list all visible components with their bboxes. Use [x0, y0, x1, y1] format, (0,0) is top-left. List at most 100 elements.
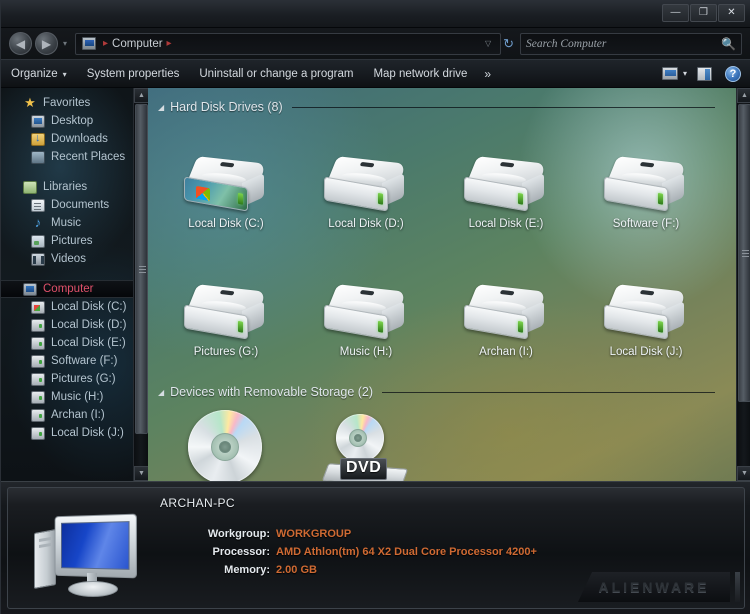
- sidebar-item-local-disk-d[interactable]: Local Disk (D:): [1, 316, 133, 334]
- maximize-restore-button[interactable]: ❐: [690, 4, 717, 22]
- sidebar-item-videos[interactable]: Videos: [1, 250, 133, 268]
- scroll-down-icon[interactable]: ▼: [737, 466, 750, 481]
- sidebar-item-pictures[interactable]: Pictures: [1, 232, 133, 250]
- pc-name-label: ARCHAN-PC: [160, 496, 235, 510]
- sidebar-item-label: Software (F:): [51, 355, 118, 367]
- collapse-caret-icon[interactable]: ◢: [158, 388, 164, 397]
- collapse-caret-icon[interactable]: ◢: [158, 103, 164, 112]
- drive-item-dvd-drive[interactable]: DVD: [296, 414, 436, 481]
- sidebar-item-local-disk-c[interactable]: Local Disk (C:): [1, 298, 133, 316]
- map-network-drive-button[interactable]: Map network drive: [363, 64, 477, 84]
- sidebar-item-pictures-g[interactable]: Pictures (G:): [1, 370, 133, 388]
- sidebar-item-desktop[interactable]: Desktop: [1, 112, 133, 130]
- chevron-down-icon[interactable]: ▽: [485, 39, 491, 48]
- alienware-brand-label: ALIENWARE: [598, 579, 710, 595]
- windows-logo-icon: [196, 185, 210, 202]
- libraries-folder-icon: [23, 180, 37, 194]
- back-button[interactable]: ◀: [9, 32, 32, 55]
- sidebar-item-libraries[interactable]: Libraries: [1, 178, 133, 196]
- drive-icon: [31, 318, 45, 332]
- sidebar-item-label: Desktop: [51, 115, 94, 127]
- sidebar-item-label: Favorites: [43, 97, 91, 109]
- refresh-button[interactable]: ↻: [503, 36, 514, 52]
- drive-label: Local Disk (D:): [328, 218, 404, 230]
- drive-item-pictures-g[interactable]: Pictures (G:): [156, 284, 296, 358]
- drive-icon: [31, 372, 45, 386]
- sidebar-item-documents[interactable]: Documents: [1, 196, 133, 214]
- sidebar-item-label: Music (H:): [51, 391, 104, 403]
- desktop-icon: [31, 114, 45, 128]
- breadcrumb-item-computer[interactable]: Computer: [112, 38, 163, 50]
- group-header-removable-storage[interactable]: ◢ Devices with Removable Storage (2): [148, 383, 721, 401]
- sidebar-item-recent-places[interactable]: Recent Places: [1, 148, 133, 166]
- breadcrumb[interactable]: ▸ Computer ▸ ▽: [75, 32, 502, 55]
- close-button[interactable]: ✕: [718, 4, 745, 22]
- sidebar-item-music[interactable]: ♪ Music: [1, 214, 133, 232]
- sidebar-item-label: Local Disk (J:): [51, 427, 124, 439]
- recent-pages-dropdown[interactable]: ▾: [63, 39, 67, 48]
- help-icon[interactable]: ?: [725, 65, 741, 82]
- organize-button[interactable]: Organize ▾: [1, 64, 77, 84]
- sidebar-scrollbar[interactable]: ▲ ▼: [133, 88, 148, 481]
- preview-pane-icon: [697, 66, 712, 81]
- body-area: ★ Favorites Desktop Downloads Recent Pla…: [1, 88, 750, 481]
- search-input[interactable]: [526, 37, 722, 50]
- show-preview-pane-button[interactable]: [692, 65, 717, 83]
- scroll-up-icon[interactable]: ▲: [134, 88, 148, 103]
- sidebar-scrollbar-thumb[interactable]: [135, 104, 148, 434]
- restore-icon: ❐: [699, 7, 708, 18]
- computer-icon: [23, 282, 37, 296]
- system-properties-button[interactable]: System properties: [77, 64, 190, 84]
- chevron-down-icon: ▾: [63, 39, 68, 48]
- sidebar-item-label: Local Disk (C:): [51, 301, 127, 313]
- drive-item-local-disk-e[interactable]: Local Disk (E:): [436, 156, 576, 230]
- sidebar-item-label: Downloads: [51, 133, 108, 145]
- forward-arrow-icon: ▶: [41, 36, 52, 51]
- details-pane-inner: ARCHAN-PC Workgroup: WORKGROUP Processor…: [7, 487, 745, 609]
- scroll-down-icon[interactable]: ▼: [134, 466, 148, 481]
- map-network-drive-label: Map network drive: [373, 67, 468, 80]
- drive-label: Archan (I:): [479, 346, 533, 358]
- sidebar-item-local-disk-j[interactable]: Local Disk (J:): [1, 424, 133, 442]
- file-list-pane[interactable]: ◢ Hard Disk Drives (8) Local Disk (C:) L…: [148, 88, 750, 481]
- search-icon: 🔍: [721, 36, 736, 51]
- sidebar-item-label: Recent Places: [51, 151, 126, 163]
- sidebar-item-software-f[interactable]: Software (F:): [1, 352, 133, 370]
- dvd-drive-icon: DVD: [318, 414, 414, 481]
- drive-item-software-f[interactable]: Software (F:): [576, 156, 716, 230]
- breadcrumb-separator-icon: ▸: [103, 38, 109, 49]
- drive-item-archan-i[interactable]: Archan (I:): [436, 284, 576, 358]
- drive-item-local-disk-c[interactable]: Local Disk (C:): [156, 156, 296, 230]
- detail-value: WORKGROUP: [276, 528, 352, 540]
- drive-item-cd-drive[interactable]: [156, 410, 296, 481]
- scroll-up-icon[interactable]: ▲: [737, 88, 750, 103]
- sidebar-item-label: Music: [51, 217, 82, 229]
- content-scrollbar-thumb[interactable]: [738, 104, 750, 402]
- sidebar-item-label: Pictures: [51, 235, 93, 247]
- detail-value: 2.00 GB: [276, 564, 317, 576]
- sidebar-item-computer[interactable]: Computer: [1, 280, 133, 298]
- sidebar-item-music-h[interactable]: Music (H:): [1, 388, 133, 406]
- drive-item-music-h[interactable]: Music (H:): [296, 284, 436, 358]
- change-view-button[interactable]: ▾: [657, 65, 692, 82]
- sidebar-item-downloads[interactable]: Downloads: [1, 130, 133, 148]
- sidebar-item-archan-i[interactable]: Archan (I:): [1, 406, 133, 424]
- content-scrollbar[interactable]: ▲ ▼: [736, 88, 750, 481]
- minimize-button[interactable]: —: [662, 4, 689, 22]
- hard-drive-icon: [462, 284, 550, 344]
- sidebar-item-favorites[interactable]: ★ Favorites: [1, 94, 133, 112]
- drive-item-local-disk-d[interactable]: Local Disk (D:): [296, 156, 436, 230]
- search-box[interactable]: 🔍: [520, 32, 742, 55]
- drive-item-local-disk-j[interactable]: Local Disk (J:): [576, 284, 716, 358]
- drive-label: Pictures (G:): [193, 346, 259, 358]
- group-header-hard-disk-drives[interactable]: ◢ Hard Disk Drives (8): [148, 98, 721, 116]
- chevron-down-icon: ▾: [62, 69, 67, 79]
- sidebar-item-label: Documents: [51, 199, 110, 211]
- sidebar-item-local-disk-e[interactable]: Local Disk (E:): [1, 334, 133, 352]
- music-note-icon: ♪: [34, 214, 42, 230]
- title-bar: — ❐ ✕: [1, 1, 750, 28]
- forward-button[interactable]: ▶: [35, 32, 58, 55]
- uninstall-or-change-program-button[interactable]: Uninstall or change a program: [189, 64, 363, 84]
- detail-key: Workgroup:: [207, 528, 270, 540]
- overflow-chevron-icon[interactable]: »: [477, 63, 498, 85]
